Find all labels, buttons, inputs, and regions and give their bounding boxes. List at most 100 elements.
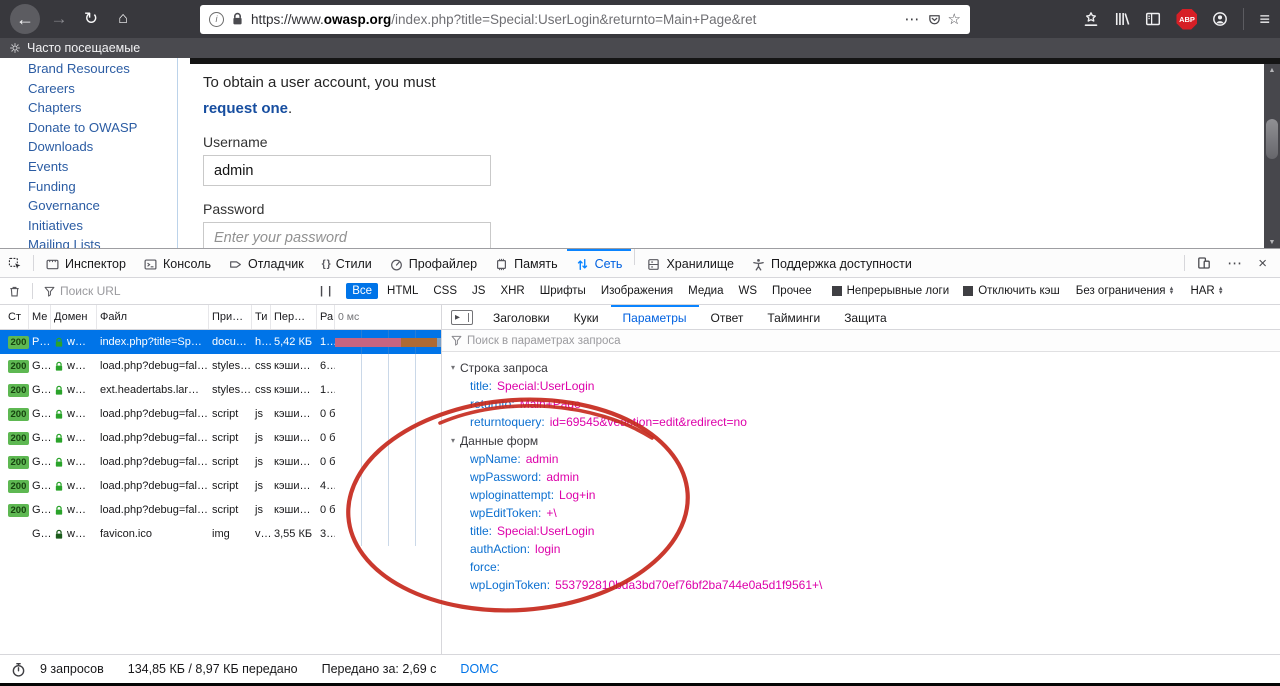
detail-tab-тайминги[interactable]: Тайминги bbox=[755, 305, 832, 329]
table-row[interactable]: 200G…w…load.php?debug=fal…scriptjsкэши…0… bbox=[0, 498, 441, 522]
requests-table-header[interactable]: СтМеДоменФайлПри…ТиПер…Ра0 мс bbox=[0, 305, 441, 330]
page-scrollbar[interactable]: ▲ ▼ bbox=[1264, 64, 1280, 248]
column-header[interactable]: 0 мс bbox=[335, 305, 441, 329]
column-header[interactable]: Файл bbox=[97, 305, 209, 329]
sidebar-link[interactable]: Chapters bbox=[28, 98, 137, 118]
disable-cache-toggle[interactable]: Отключить кэш bbox=[963, 285, 1060, 297]
filter-pill-медиа[interactable]: Медиа bbox=[682, 283, 729, 299]
clear-requests-icon[interactable] bbox=[8, 285, 21, 298]
param-row[interactable]: wpLoginToken:553792810bda3bd70ef76bf2ba7… bbox=[442, 576, 1280, 594]
throttling-dropdown[interactable]: Без ограничения▲▼ bbox=[1076, 285, 1175, 297]
param-row[interactable]: authAction:login bbox=[442, 540, 1280, 558]
filter-pill-js[interactable]: JS bbox=[466, 283, 491, 299]
filter-pill-ws[interactable]: WS bbox=[733, 283, 764, 299]
site-info-icon[interactable]: i bbox=[209, 12, 224, 27]
table-row[interactable]: 200P…w…index.php?title=Sp…docu…h…5,42 КБ… bbox=[0, 330, 441, 354]
param-row[interactable]: wpEditToken:+\ bbox=[442, 504, 1280, 522]
table-row[interactable]: 200G…w…ext.headertabs.lar…styles…cssкэши… bbox=[0, 378, 441, 402]
devtools-tab-profiler[interactable]: Профайлер bbox=[381, 249, 486, 277]
detail-tab-куки[interactable]: Куки bbox=[562, 305, 611, 329]
column-header[interactable]: Ра bbox=[317, 305, 335, 329]
column-header[interactable]: Ст bbox=[5, 305, 29, 329]
params-filter-input[interactable]: Поиск в параметрах запроса bbox=[442, 330, 1280, 352]
filter-pill-прочее[interactable]: Прочее bbox=[766, 283, 818, 299]
domcontentloaded-marker[interactable]: DOMC bbox=[460, 662, 498, 676]
param-row[interactable]: wpName:admin bbox=[442, 450, 1280, 468]
param-row[interactable]: title:Special:UserLogin bbox=[442, 377, 1280, 395]
table-row[interactable]: 200G…w…load.php?debug=fal…scriptjsкэши…0… bbox=[0, 426, 441, 450]
https-lock-icon[interactable] bbox=[231, 12, 244, 26]
param-row[interactable]: returntoquery:id=69545&veaction=edit&red… bbox=[442, 413, 1280, 431]
detail-tab-ответ[interactable]: Ответ bbox=[699, 305, 756, 329]
devtools-tab-debugger[interactable]: Отладчик bbox=[220, 249, 313, 277]
devtools-tab-storage[interactable]: Хранилище bbox=[638, 249, 743, 277]
column-header[interactable]: При… bbox=[209, 305, 252, 329]
params-section-header[interactable]: ▾Данные форм bbox=[442, 431, 1280, 450]
param-row[interactable]: returnto:Main+Page bbox=[442, 395, 1280, 413]
column-header[interactable]: Домен bbox=[51, 305, 97, 329]
column-header[interactable]: Пер… bbox=[271, 305, 317, 329]
save-to-bookmarks-icon[interactable] bbox=[1083, 11, 1099, 27]
detail-tab-заголовки[interactable]: Заголовки bbox=[481, 305, 562, 329]
bookmark-item[interactable]: Часто посещаемые bbox=[27, 41, 140, 55]
table-row[interactable]: G…w…favicon.icoimgv…3,55 КБ3… bbox=[0, 522, 441, 546]
url-search-input[interactable]: Поиск URL bbox=[44, 284, 121, 298]
responsive-design-icon[interactable] bbox=[1197, 256, 1211, 270]
har-dropdown[interactable]: HAR▲▼ bbox=[1190, 285, 1223, 297]
devtools-menu-icon[interactable]: ⋯ bbox=[1227, 254, 1242, 272]
resend-request-icon[interactable]: ▶ bbox=[451, 310, 473, 325]
column-header[interactable]: Ти bbox=[252, 305, 271, 329]
filter-pill-xhr[interactable]: XHR bbox=[494, 283, 530, 299]
reload-button[interactable]: ↻ bbox=[78, 6, 104, 32]
devtools-tab-inspector[interactable]: Инспектор bbox=[37, 249, 135, 277]
scroll-up-icon[interactable]: ▲ bbox=[1264, 64, 1280, 76]
adblock-plus-icon[interactable]: ABP bbox=[1176, 9, 1197, 30]
filter-pill-все[interactable]: Все bbox=[346, 283, 378, 299]
scrollbar-thumb[interactable] bbox=[1266, 119, 1278, 159]
bookmark-star-icon[interactable]: ☆ bbox=[948, 10, 961, 28]
devtools-tab-console[interactable]: Консоль bbox=[135, 249, 220, 277]
param-row[interactable]: title:Special:UserLogin bbox=[442, 522, 1280, 540]
devtools-tab-network[interactable]: Сеть bbox=[567, 249, 632, 277]
sidebars-icon[interactable] bbox=[1145, 11, 1161, 27]
pocket-icon[interactable] bbox=[928, 13, 941, 26]
username-field[interactable] bbox=[203, 155, 491, 186]
filter-pill-шрифты[interactable]: Шрифты bbox=[534, 283, 592, 299]
table-row[interactable]: 200G…w…load.php?debug=fal…scriptjsкэши…0… bbox=[0, 402, 441, 426]
sidebar-link[interactable]: Downloads bbox=[28, 137, 137, 157]
url-bar[interactable]: i https://www.owasp.org/index.php?title=… bbox=[200, 5, 970, 34]
url-text[interactable]: https://www.owasp.org/index.php?title=Sp… bbox=[251, 12, 898, 27]
sidebar-link[interactable]: Governance bbox=[28, 196, 137, 216]
params-section-header[interactable]: ▾Строка запроса bbox=[442, 358, 1280, 377]
sidebar-link[interactable]: Brand Resources bbox=[28, 59, 137, 79]
page-actions-icon[interactable]: ⋯ bbox=[905, 10, 921, 28]
param-row[interactable]: wploginattempt:Log+in bbox=[442, 486, 1280, 504]
account-icon[interactable] bbox=[1212, 11, 1228, 27]
filter-pill-изображения[interactable]: Изображения bbox=[595, 283, 679, 299]
devtools-tab-memory[interactable]: Память bbox=[486, 249, 567, 277]
devtools-close-icon[interactable]: × bbox=[1258, 255, 1267, 272]
sidebar-link[interactable]: Initiatives bbox=[28, 216, 137, 236]
menu-icon[interactable]: ≡ bbox=[1259, 9, 1270, 30]
sidebar-link[interactable]: Careers bbox=[28, 79, 137, 99]
devtools-tab-accessibility[interactable]: Поддержка доступности bbox=[743, 249, 921, 277]
library-icon[interactable] bbox=[1114, 11, 1130, 27]
filter-pill-html[interactable]: HTML bbox=[381, 283, 424, 299]
back-button[interactable]: ← bbox=[10, 4, 40, 34]
pick-element-icon[interactable] bbox=[0, 257, 30, 270]
home-button[interactable]: ⌂ bbox=[110, 6, 136, 32]
filter-pill-css[interactable]: CSS bbox=[427, 283, 463, 299]
forward-button[interactable]: → bbox=[46, 6, 72, 32]
sidebar-link[interactable]: Funding bbox=[28, 177, 137, 197]
table-row[interactable]: 200G…w…load.php?debug=fal…scriptjsкэши…0… bbox=[0, 450, 441, 474]
devtools-tab-styles[interactable]: { }Стили bbox=[313, 249, 381, 277]
sidebar-link[interactable]: Events bbox=[28, 157, 137, 177]
param-row[interactable]: wpPassword:admin bbox=[442, 468, 1280, 486]
sidebar-link[interactable]: Donate to OWASP bbox=[28, 118, 137, 138]
column-header[interactable]: Ме bbox=[29, 305, 51, 329]
detail-tab-параметры[interactable]: Параметры bbox=[611, 305, 699, 329]
request-one-link[interactable]: request one bbox=[203, 100, 288, 117]
pause-log-icon[interactable]: | | bbox=[320, 285, 332, 297]
table-row[interactable]: 200G…w…load.php?debug=fal…styles…cssкэши… bbox=[0, 354, 441, 378]
sidebar-link[interactable]: Mailing Lists bbox=[28, 235, 137, 248]
